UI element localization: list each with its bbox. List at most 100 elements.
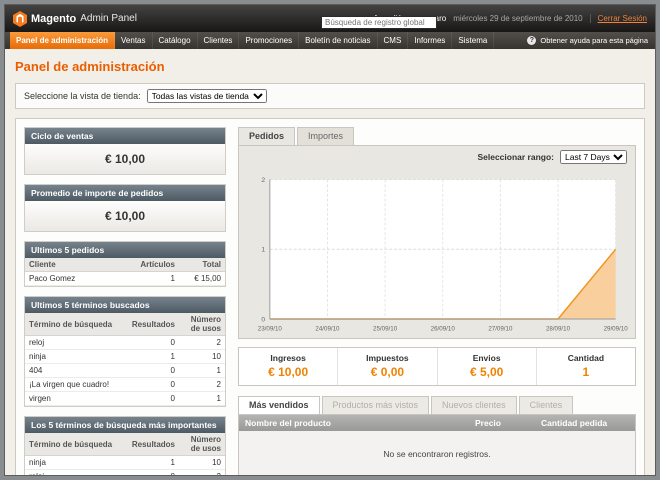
- svg-text:1: 1: [261, 247, 265, 254]
- column-header: Artículos: [133, 258, 179, 272]
- table-row[interactable]: Paco Gomez1€ 15,00: [25, 272, 225, 286]
- magento-logo[interactable]: Magento Admin Panel: [13, 11, 137, 27]
- table-cell: € 15,00: [179, 272, 225, 286]
- column-header: Número de usos: [179, 313, 225, 336]
- table-cell: 2: [179, 336, 225, 350]
- last-search-table: Término de búsquedaResultadosNúmero de u…: [25, 313, 225, 406]
- panel-last-orders: Ultimos 5 pedidos ClienteArtículosTotalP…: [24, 241, 226, 287]
- last-orders-table: ClienteArtículosTotalPaco Gomez1€ 15,00: [25, 258, 225, 286]
- range-select[interactable]: Last 7 Days: [560, 150, 627, 164]
- main-nav-bar: Panel de administraciónVentasCatálogoCli…: [5, 32, 655, 49]
- column-header: Resultados: [128, 313, 179, 336]
- table-cell: ¡La virgen que cuadro!: [25, 378, 128, 392]
- grid-column-header[interactable]: Nombre del producto: [239, 415, 469, 431]
- total-value: € 5,00: [438, 365, 536, 379]
- bestsellers-grid: Nombre del productoPrecioCantidad pedida…: [238, 414, 636, 476]
- lifetime-sales-value: € 10,00: [25, 144, 225, 174]
- chart-toolbar: Seleccionar rango: Last 7 Days: [239, 146, 635, 168]
- chart-tabs: PedidosImportes: [238, 127, 636, 145]
- table-row[interactable]: reloj02: [25, 470, 225, 477]
- nav-item-9[interactable]: Sistema: [452, 32, 494, 49]
- table-row[interactable]: ninja110: [25, 350, 225, 364]
- total-envios: Envios € 5,00: [437, 348, 536, 385]
- tab-pedidos[interactable]: Pedidos: [238, 127, 295, 145]
- table-cell: 1: [133, 272, 179, 286]
- nav-item-3[interactable]: Catálogo: [153, 32, 198, 49]
- bestsellers-table: Nombre del productoPrecioCantidad pedida: [239, 415, 635, 431]
- tab-mas-vendidos[interactable]: Más vendidos: [238, 396, 320, 414]
- nav-item-7[interactable]: CMS: [378, 32, 409, 49]
- total-value: 1: [537, 365, 635, 379]
- table-cell: 404: [25, 364, 128, 378]
- tab-nuevos-clientes[interactable]: Nuevos clientes: [431, 396, 517, 414]
- nav-item-2[interactable]: Ventas: [115, 32, 152, 49]
- dashboard-left-column: Ciclo de ventas € 10,00 Promedio de impo…: [24, 127, 226, 476]
- store-view-label: Seleccione la vista de tienda:: [24, 91, 141, 101]
- help-label: Obtener ayuda para esta página: [540, 36, 648, 45]
- average-orders-value: € 10,00: [25, 201, 225, 231]
- table-cell: 0: [128, 470, 179, 477]
- svg-text:23/09/10: 23/09/10: [258, 325, 283, 332]
- nav-item-5[interactable]: Promociones: [239, 32, 299, 49]
- column-header: Término de búsqueda: [25, 433, 128, 456]
- table-cell: 2: [179, 378, 225, 392]
- panel-title: Ciclo de ventas: [25, 128, 225, 144]
- tab-productos-mas-vistos[interactable]: Productos más vistos: [322, 396, 430, 414]
- table-cell: 0: [128, 392, 179, 406]
- column-header: Resultados: [128, 433, 179, 456]
- total-label: Impuestos: [338, 353, 436, 363]
- svg-text:28/09/10: 28/09/10: [546, 325, 571, 332]
- dashboard: Ciclo de ventas € 10,00 Promedio de impo…: [15, 118, 645, 476]
- nav-item-8[interactable]: Informes: [408, 32, 452, 49]
- total-ingresos: Ingresos€ 10,00: [239, 348, 337, 385]
- total-label: Envios: [438, 353, 536, 363]
- help-icon: ?: [527, 36, 536, 45]
- table-row[interactable]: ninja110: [25, 456, 225, 470]
- panel-lifetime-sales: Ciclo de ventas € 10,00: [24, 127, 226, 175]
- table-row[interactable]: ¡La virgen que cuadro!02: [25, 378, 225, 392]
- logout-link[interactable]: Cerrar Sesión: [590, 14, 647, 23]
- store-switcher: Seleccione la vista de tienda: Todas las…: [15, 83, 645, 109]
- column-header: Número de usos: [179, 433, 225, 456]
- header-bar: Magento Admin Panel Accedió como aparo m…: [5, 5, 655, 32]
- svg-text:0: 0: [261, 316, 265, 323]
- logo-text: Magento: [31, 13, 76, 25]
- svg-text:29/09/10: 29/09/10: [604, 325, 629, 332]
- table-cell: 0: [128, 364, 179, 378]
- store-view-select[interactable]: Todas las vistas de tienda: [147, 89, 267, 103]
- panel-average-orders: Promedio de importe de pedidos € 10,00: [24, 184, 226, 232]
- orders-chart-container: 23/09/1024/09/1025/09/1026/09/1027/09/10…: [239, 168, 635, 338]
- table-cell: Paco Gomez: [25, 272, 133, 286]
- panel-title: Ultimos 5 términos buscados: [25, 297, 225, 313]
- nav-item-4[interactable]: Clientes: [198, 32, 240, 49]
- orders-chart: 23/09/1024/09/1025/09/1026/09/1027/09/10…: [245, 170, 629, 334]
- column-header: Término de búsqueda: [25, 313, 128, 336]
- logo-subtitle: Admin Panel: [80, 13, 137, 24]
- table-cell: ninja: [25, 456, 128, 470]
- table-cell: reloj: [25, 336, 128, 350]
- table-cell: 2: [179, 470, 225, 477]
- panel-title: Promedio de importe de pedidos: [25, 185, 225, 201]
- bottom-tabs: Más vendidosProductos más vistosNuevos c…: [238, 396, 636, 414]
- svg-text:2: 2: [261, 177, 265, 184]
- tab-clientes[interactable]: Clientes: [519, 396, 574, 414]
- help-link[interactable]: ? Obtener ayuda para esta página: [527, 32, 655, 49]
- totals-row: Ingresos€ 10,00Impuestos € 0,00Envios € 5,…: [238, 347, 636, 386]
- dashboard-right-column: PedidosImportes Seleccionar rango: Last …: [238, 127, 636, 476]
- panel-title: Ultimos 5 pedidos: [25, 242, 225, 258]
- nav-item-1[interactable]: Panel de administración: [10, 32, 115, 49]
- grid-column-header[interactable]: Precio: [469, 415, 535, 431]
- global-search-input[interactable]: [321, 16, 437, 29]
- range-label: Seleccionar rango:: [477, 152, 554, 162]
- content-area: Panel de administración Seleccione la vi…: [5, 49, 655, 476]
- tab-importes[interactable]: Importes: [297, 127, 354, 145]
- column-header: Total: [179, 258, 225, 272]
- nav-item-6[interactable]: Boletín de noticias: [299, 32, 377, 49]
- table-row[interactable]: 40401: [25, 364, 225, 378]
- total-label: Cantidad: [537, 353, 635, 363]
- panel-last-search-terms: Ultimos 5 términos buscados Término de b…: [24, 296, 226, 407]
- table-row[interactable]: virgen01: [25, 392, 225, 406]
- grid-column-header[interactable]: Cantidad pedida: [535, 415, 635, 431]
- total-value: € 0,00: [338, 365, 436, 379]
- table-row[interactable]: reloj02: [25, 336, 225, 350]
